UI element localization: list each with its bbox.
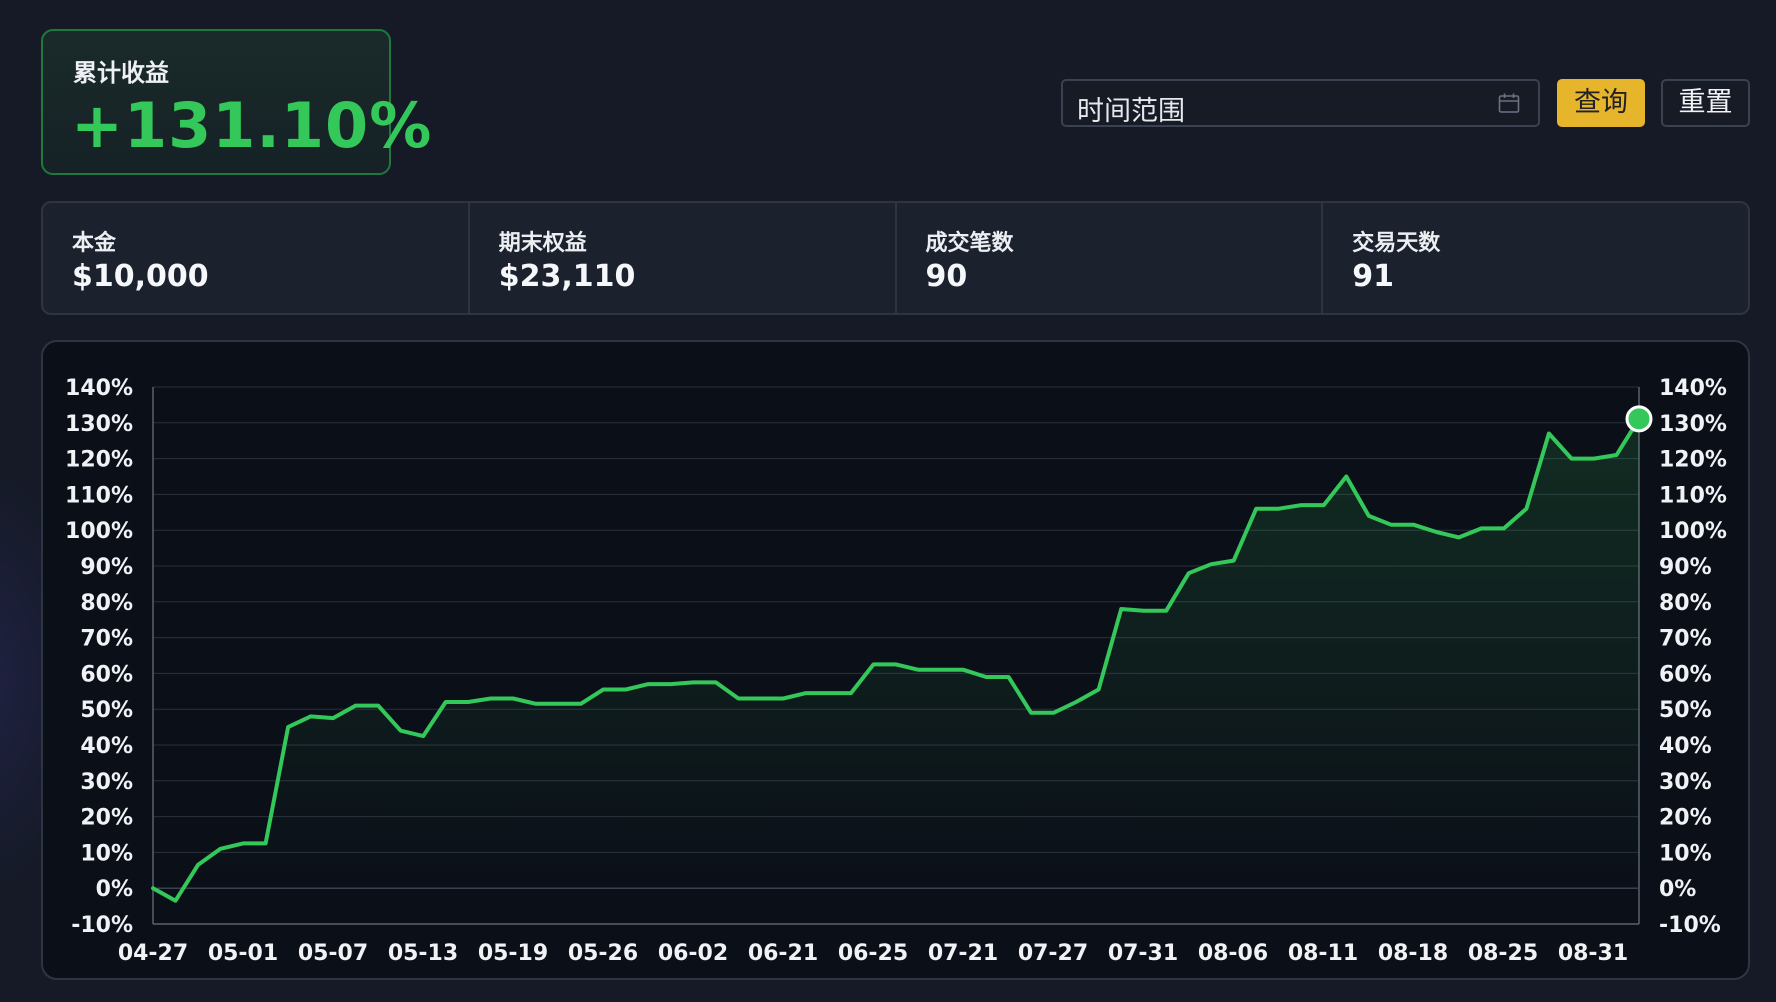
stat-label: 期末权益 — [498, 231, 587, 256]
y-tick-label-left: 110% — [65, 483, 133, 508]
y-tick-label-left: 100% — [65, 519, 133, 544]
equity-area — [153, 418, 1639, 901]
calendar-icon — [1498, 93, 1520, 113]
y-tick-label-left: 80% — [80, 591, 133, 616]
y-tick-label-right: 20% — [1659, 806, 1712, 831]
stats-strip: 本金 $10,000 期末权益 $23,110 成交笔数 90 交易天数 91 — [41, 201, 1750, 315]
cumulative-return-card: 累计收益 +131.10% — [41, 29, 431, 175]
y-tick-label-right: 70% — [1659, 627, 1712, 652]
x-tick-label: 06-02 — [658, 941, 728, 966]
page: 累计收益 +131.10% 时间范围 查询 重置 本金 $10,000 期末权益… — [0, 0, 1776, 1002]
x-tick-label: 08-18 — [1378, 941, 1448, 966]
y-tick-label-left: 30% — [80, 770, 133, 795]
y-tick-label-right: 90% — [1659, 555, 1712, 580]
x-tick-label: 05-07 — [298, 941, 368, 966]
y-tick-label-right: 140% — [1659, 376, 1727, 401]
y-tick-label-left: 90% — [80, 555, 133, 580]
equity-chart-panel: 140% 140% 130% 130% 120% 120% 110% 110% 100% 100%… — [41, 340, 1750, 980]
y-tick-label-left: 0% — [96, 877, 133, 902]
x-tick-label: 08-06 — [1198, 941, 1268, 966]
y-tick-label-right: 40% — [1659, 734, 1712, 759]
stat-trade-count: 成交笔数 90 — [897, 203, 1324, 313]
x-tick-label: 08-11 — [1288, 941, 1358, 966]
y-tick-label-left: 140% — [65, 376, 133, 401]
x-tick-label: 05-26 — [568, 941, 638, 966]
stat-value: $23,110 — [498, 259, 636, 294]
x-tick-label: 04-27 — [118, 941, 188, 966]
y-tick-label-right: 60% — [1659, 662, 1712, 687]
y-tick-label-right: -10% — [1659, 913, 1721, 938]
last-point-marker — [1625, 405, 1653, 433]
y-tick-label-right: 130% — [1659, 412, 1727, 437]
reset-button[interactable]: 重置 — [1661, 79, 1750, 127]
y-tick-label-left: 40% — [80, 734, 133, 759]
x-tick-label: 06-21 — [748, 941, 818, 966]
y-tick-label-right: 50% — [1659, 698, 1712, 723]
x-tick-label: 07-27 — [1018, 941, 1088, 966]
y-tick-label-right: 120% — [1659, 448, 1727, 473]
stat-ending-equity: 期末权益 $23,110 — [470, 203, 897, 313]
marker-layer — [1625, 405, 1653, 433]
y-tick-label-right: 0% — [1659, 877, 1696, 902]
date-range-placeholder: 时间范围 — [1077, 96, 1185, 127]
stat-label: 成交笔数 — [925, 231, 1014, 256]
y-tick-label-left: 60% — [80, 662, 133, 687]
x-tick-label: 05-01 — [208, 941, 278, 966]
y-tick-label-left: 50% — [80, 698, 133, 723]
y-tick-label-right: 110% — [1659, 483, 1727, 508]
y-tick-label-left: -10% — [71, 913, 133, 938]
stat-value: $10,000 — [72, 259, 209, 294]
x-tick-label: 08-31 — [1558, 941, 1628, 966]
date-range-picker[interactable]: 时间范围 — [1061, 79, 1540, 127]
x-tick-label: 05-19 — [478, 941, 548, 966]
stat-label: 交易天数 — [1352, 231, 1441, 256]
y-tick-label-right: 80% — [1659, 591, 1712, 616]
cumulative-return-value: +131.10% — [71, 89, 433, 162]
x-tick-label: 07-31 — [1108, 941, 1178, 966]
y-tick-label-left: 70% — [80, 627, 133, 652]
stat-principal: 本金 $10,000 — [43, 203, 470, 313]
stat-value: 90 — [925, 259, 968, 294]
area-layer — [153, 418, 1639, 901]
query-button[interactable]: 查询 — [1557, 79, 1645, 127]
y-tick-label-left: 120% — [65, 448, 133, 473]
x-tick-label: 06-25 — [838, 941, 908, 966]
x-tick-label: 08-25 — [1468, 941, 1538, 966]
y-tick-label-left: 130% — [65, 412, 133, 437]
stat-trading-days: 交易天数 91 — [1323, 203, 1748, 313]
x-tick-label: 05-13 — [388, 941, 458, 966]
y-tick-label-right: 100% — [1659, 519, 1727, 544]
cumulative-return-label: 累计收益 — [73, 59, 169, 87]
y-tick-label-left: 10% — [80, 841, 133, 866]
stat-value: 91 — [1352, 259, 1394, 294]
equity-chart[interactable]: 140% 140% 130% 130% 120% 120% 110% 110% 100% 100%… — [43, 342, 1748, 978]
y-tick-label-left: 20% — [80, 806, 133, 831]
stat-label: 本金 — [72, 231, 117, 256]
x-tick-label: 07-21 — [928, 941, 998, 966]
y-tick-label-right: 30% — [1659, 770, 1712, 795]
y-tick-label-right: 10% — [1659, 841, 1712, 866]
